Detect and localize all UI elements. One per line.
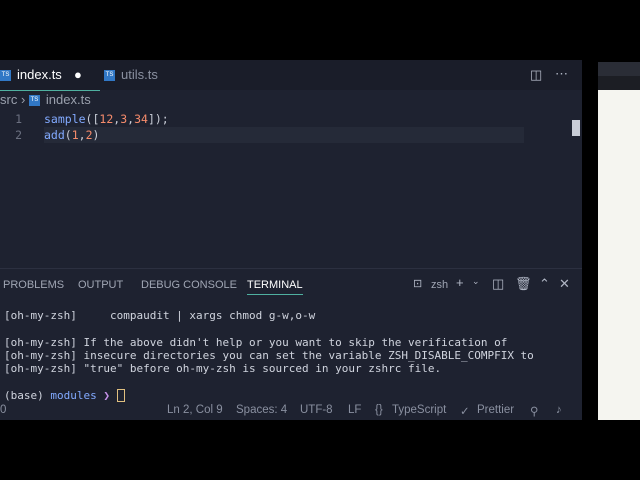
line-number: 1 <box>15 112 22 126</box>
new-terminal-icon[interactable]: + <box>456 275 464 290</box>
status-position[interactable]: Ln 2, Col 9 <box>167 404 223 416</box>
line-number: 2 <box>15 128 22 142</box>
terminal-shell-label[interactable]: zsh <box>431 279 448 291</box>
bell-icon[interactable]: ♪ <box>556 404 562 416</box>
tab-output[interactable]: OUTPUT <box>78 279 123 291</box>
breadcrumb-file[interactable]: index.ts <box>46 92 91 107</box>
unsaved-dot-icon[interactable]: ● <box>74 60 82 90</box>
maximize-panel-icon[interactable]: ⌃ <box>539 276 550 292</box>
terminal-icon: ⊡ <box>413 278 423 290</box>
background-browser-window <box>598 62 640 420</box>
status-bar: 0 Ln 2, Col 9 Spaces: 4 UTF-8 LF {} Type… <box>0 401 582 420</box>
tab-debug-console[interactable]: DEBUG CONSOLE <box>141 279 237 291</box>
breadcrumb-folder[interactable]: src <box>0 92 17 107</box>
check-icon: ✓ <box>460 406 470 418</box>
status-problems[interactable]: 0 <box>0 404 6 416</box>
minimap-slider[interactable] <box>572 120 580 136</box>
split-editor-icon[interactable]: ◫ <box>530 67 542 83</box>
breadcrumb: src › TS index.ts <box>0 92 91 107</box>
tab-label: index.ts <box>17 67 62 82</box>
chevron-down-icon[interactable]: ⌄ <box>472 276 480 287</box>
ts-file-icon: TS <box>104 70 115 82</box>
feedback-icon[interactable]: ⚲ <box>530 404 538 418</box>
split-terminal-icon[interactable]: ◫ <box>492 276 504 292</box>
tab-terminal[interactable]: TERMINAL <box>247 279 303 295</box>
editor-window: TS index.ts ● TS utils.ts ◫ ⋯ src › TS index… <box>0 60 582 420</box>
status-language[interactable]: TypeScript <box>392 404 446 416</box>
trash-icon[interactable]: 🗑 <box>515 276 532 292</box>
status-prettier[interactable]: Prettier <box>477 404 514 416</box>
bottom-panel: PROBLEMS OUTPUT DEBUG CONSOLE TERMINAL ⊡… <box>0 268 582 404</box>
tab-index-ts[interactable]: TS index.ts ● <box>0 60 100 91</box>
code-line: sample([12,3,34]); <box>44 112 169 126</box>
tab-utils-ts[interactable]: TS utils.ts <box>104 60 158 90</box>
tab-problems[interactable]: PROBLEMS <box>3 279 64 291</box>
close-panel-icon[interactable]: ✕ <box>559 276 570 292</box>
ts-file-icon: TS <box>28 95 40 107</box>
braces-icon: {} <box>375 404 383 416</box>
ts-file-icon: TS <box>0 70 11 82</box>
code-line: add(1,2) <box>44 128 100 142</box>
status-encoding[interactable]: UTF-8 <box>300 404 333 416</box>
more-actions-icon[interactable]: ⋯ <box>555 66 568 82</box>
status-eol[interactable]: LF <box>348 404 361 416</box>
tab-label: utils.ts <box>121 67 158 82</box>
current-line-highlight <box>44 127 524 143</box>
terminal-output[interactable]: [oh-my-zsh] compaudit | xargs chmod g-w,… <box>4 309 534 403</box>
status-indent[interactable]: Spaces: 4 <box>236 404 287 416</box>
tab-bar: TS index.ts ● TS utils.ts ◫ ⋯ <box>0 60 582 91</box>
